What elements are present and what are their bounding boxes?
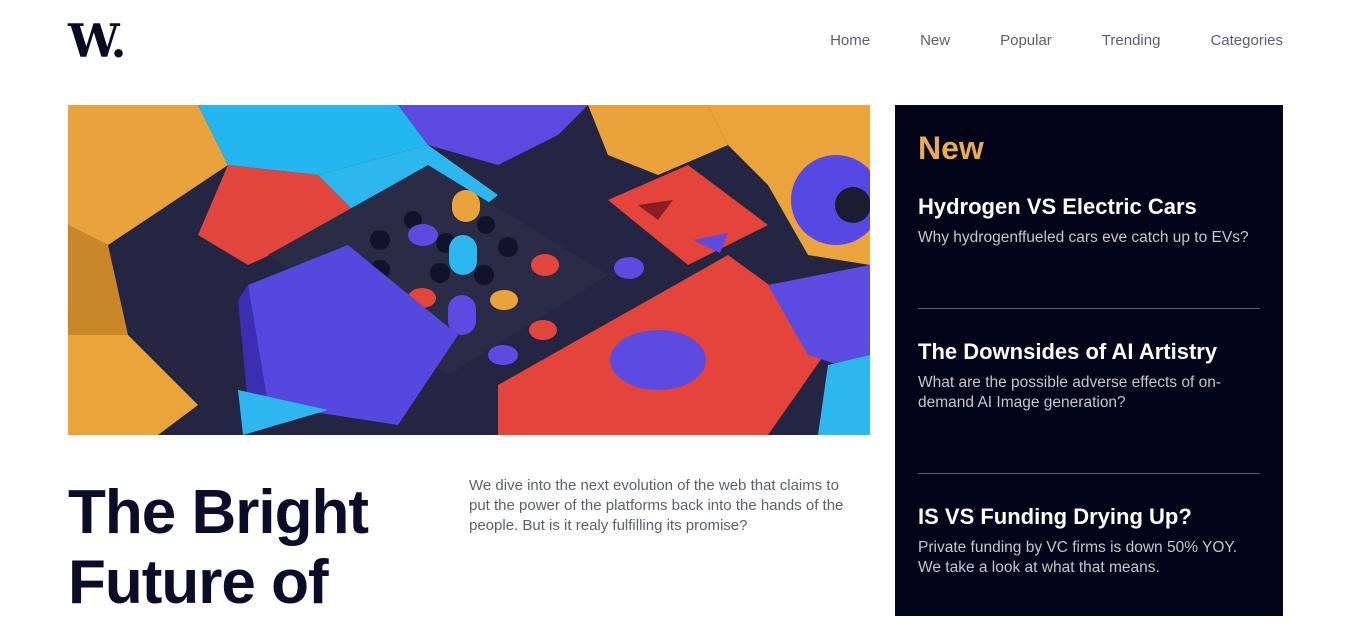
nav-item-trending[interactable]: Trending [1102, 31, 1161, 51]
sidebar-article-title[interactable]: IS VS Funding Drying Up? [918, 504, 1260, 530]
new-articles-sidebar: New Hydrogen VS Electric Cars Why hydrog… [895, 105, 1283, 616]
divider [918, 473, 1260, 474]
hero-image [68, 105, 870, 435]
hero-illustration [68, 105, 870, 435]
divider [918, 308, 1260, 309]
sidebar-article-desc: Why hydrogenffueled cars eve catch up to… [918, 229, 1249, 246]
site-logo[interactable]: W. [68, 18, 126, 64]
nav-item-popular[interactable]: Popular [1000, 31, 1052, 51]
nav-item-categories[interactable]: Categories [1210, 31, 1283, 51]
sidebar-article-desc: Private funding by VC firms is down 50% … [918, 539, 1238, 576]
sidebar-article-title[interactable]: Hydrogen VS Electric Cars [918, 194, 1260, 220]
nav-item-new[interactable]: New [920, 31, 950, 51]
nav-item-home[interactable]: Home [830, 31, 870, 51]
sidebar-heading: New [918, 130, 984, 166]
sidebar-article-title[interactable]: The Downsides of AI Artistry [918, 339, 1260, 365]
sidebar-article[interactable]: IS VS Funding Drying Up? Private funding… [918, 504, 1260, 638]
sidebar-article[interactable]: The Downsides of AI Artistry What are th… [918, 339, 1260, 473]
sidebar-article-desc: What are the possible adverse effects of… [918, 374, 1221, 411]
article-intro: We dive into the next evolution of the w… [469, 477, 844, 534]
sidebar-article[interactable]: Hydrogen VS Electric Cars Why hydrogenff… [918, 194, 1260, 308]
main-nav: Home New Popular Trending Categories [780, 31, 1283, 51]
article-title: The Bright Future of [68, 478, 369, 617]
